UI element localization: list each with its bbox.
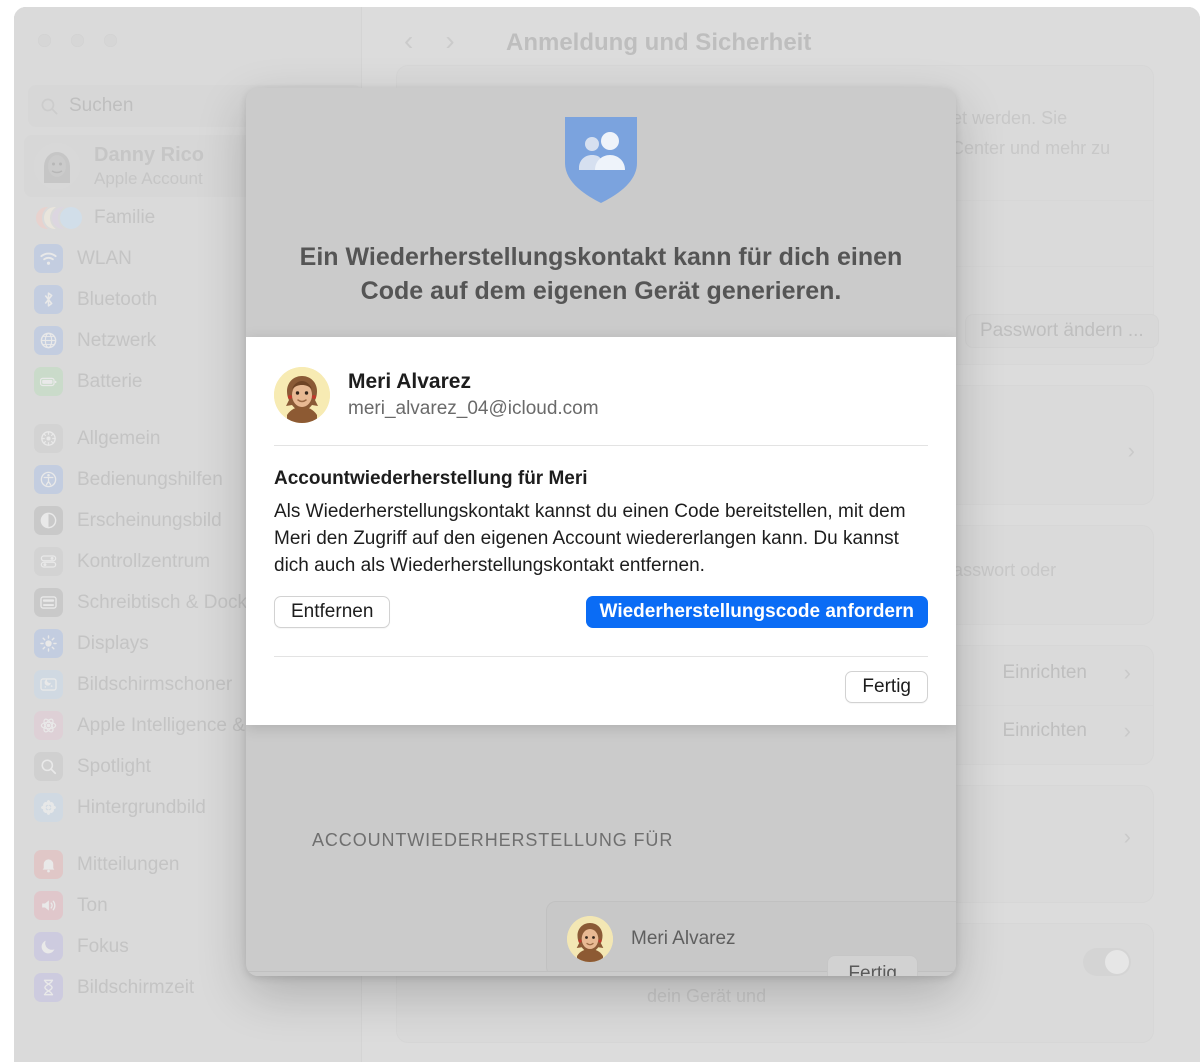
- sheet-hero-title: Ein Wiederherstellungskontakt kann für d…: [299, 243, 903, 305]
- back-icon[interactable]: ‹: [404, 27, 413, 55]
- shield-people-icon: [565, 117, 637, 203]
- section-label: ACCOUNTWIEDERHERSTELLUNG FÜR: [312, 830, 674, 850]
- sidebar-item-label: WLAN: [77, 247, 132, 269]
- remove-button[interactable]: Entfernen: [274, 595, 391, 628]
- avatar-danny-rico: [34, 143, 80, 189]
- sheet-hero: Ein Wiederherstellungskontakt kann für d…: [246, 88, 956, 337]
- contact-email: meri_alvarez_04@icloud.com: [348, 398, 599, 419]
- sidebar-item-label: Netzwerk: [77, 329, 157, 351]
- change-password-button[interactable]: Passwort ändern ...: [965, 314, 1159, 348]
- divider: [274, 445, 928, 446]
- sidebar-item-label: Kontrollzentrum: [77, 550, 211, 572]
- control-center-icon: [34, 547, 63, 576]
- avatar-meri-alvarez: [567, 916, 613, 962]
- battery-icon: [34, 367, 63, 396]
- recovery-contact-name: Meri Alvarez: [631, 928, 736, 949]
- desktop-dock-icon: [34, 588, 63, 617]
- account-subtitle: Apple Account: [94, 168, 203, 188]
- globe-icon: [34, 326, 63, 355]
- appearance-icon: [34, 506, 63, 535]
- chevron-right-icon[interactable]: ›: [1128, 438, 1135, 464]
- setup-row-2[interactable]: Einrichten: [989, 714, 1102, 748]
- setup-row-1[interactable]: Einrichten: [989, 656, 1102, 690]
- popover-done-button[interactable]: Fertig: [845, 670, 928, 703]
- gear-icon: [34, 424, 63, 453]
- popover-button-row: Entfernen Wiederherstellungscode anforde…: [274, 595, 928, 628]
- sidebar-item-label: Bildschirmschoner: [77, 673, 233, 695]
- screen-root: Suchen Danny Rico Apple Account Familie …: [0, 0, 1200, 1062]
- accessibility-icon: [34, 465, 63, 494]
- bg-toggle-switch[interactable]: [1083, 948, 1131, 976]
- screensaver-icon: [34, 670, 63, 699]
- search-placeholder: Suchen: [69, 95, 134, 116]
- display-icon: [34, 629, 63, 658]
- contact-popover: Meri Alvarez meri_alvarez_04@icloud.com …: [246, 337, 956, 725]
- window-traffic-lights[interactable]: [38, 34, 117, 47]
- sidebar-item-label: Schreibtisch & Dock: [77, 591, 248, 613]
- sound-icon: [34, 891, 63, 920]
- sidebar-item-label: Familie: [94, 206, 156, 228]
- bg-device-row: dein Gerät und: [647, 986, 767, 1006]
- zoom-button[interactable]: [104, 34, 117, 47]
- spotlight-icon: [34, 752, 63, 781]
- focus-icon: [34, 932, 63, 961]
- bluetooth-icon: [34, 285, 63, 314]
- popover-section-title: Accountwiederherstellung für Meri: [274, 468, 588, 489]
- search-icon: [41, 98, 58, 114]
- sidebar-item-label: Bedienungshilfen: [77, 468, 223, 490]
- contact-name: Meri Alvarez: [348, 370, 471, 393]
- apple-intelligence-icon: [34, 711, 63, 740]
- sidebar-item-label: Allgemein: [77, 427, 161, 449]
- wallpaper-icon: [34, 793, 63, 822]
- family-avatar-4: [58, 204, 84, 231]
- divider: [274, 655, 928, 657]
- sidebar-item-label: Spotlight: [77, 755, 151, 777]
- sheet-footer: Fertig: [246, 955, 956, 976]
- chevron-right-icon[interactable]: ›: [1124, 660, 1131, 686]
- sidebar-item-label: Erscheinungsbild: [77, 509, 222, 531]
- sidebar-item-label: Bluetooth: [77, 288, 158, 310]
- sheet-done-button[interactable]: Fertig: [827, 955, 918, 976]
- page-title: Anmeldung und Sicherheit: [506, 29, 812, 56]
- request-recovery-code-button[interactable]: Wiederherstellungscode anfordern: [585, 595, 928, 628]
- sidebar-item-label: Hintergrundbild: [77, 796, 206, 818]
- account-name: Danny Rico: [94, 143, 205, 166]
- sidebar-item-label: Ton: [77, 894, 108, 916]
- screen-time-icon: [34, 973, 63, 1002]
- sidebar-item-label: Displays: [77, 632, 149, 654]
- avatar-meri-alvarez: [274, 367, 330, 423]
- notifications-icon: [34, 850, 63, 879]
- minimize-button[interactable]: [71, 34, 84, 47]
- popover-body-text: Als Wiederherstellungskontakt kannst du …: [274, 501, 906, 576]
- popover-header: Meri Alvarez meri_alvarez_04@icloud.com: [246, 337, 956, 423]
- close-button[interactable]: [38, 34, 51, 47]
- sidebar-item-label: Mitteilungen: [77, 853, 180, 875]
- chevron-right-icon[interactable]: ›: [1124, 718, 1131, 744]
- forward-icon[interactable]: ›: [445, 27, 454, 55]
- sidebar-item-label: Batterie: [77, 370, 143, 392]
- wifi-icon: [34, 244, 63, 273]
- sidebar-item-label: Bildschirmzeit: [77, 976, 195, 998]
- sidebar-item-label: Apple Intelligence & S: [77, 714, 263, 736]
- family-avatars: [34, 203, 84, 233]
- chevron-right-icon[interactable]: ›: [1124, 824, 1131, 850]
- recovery-contact-sheet: Ein Wiederherstellungskontakt kann für d…: [246, 88, 956, 976]
- sidebar-item-label: Fokus: [77, 935, 129, 957]
